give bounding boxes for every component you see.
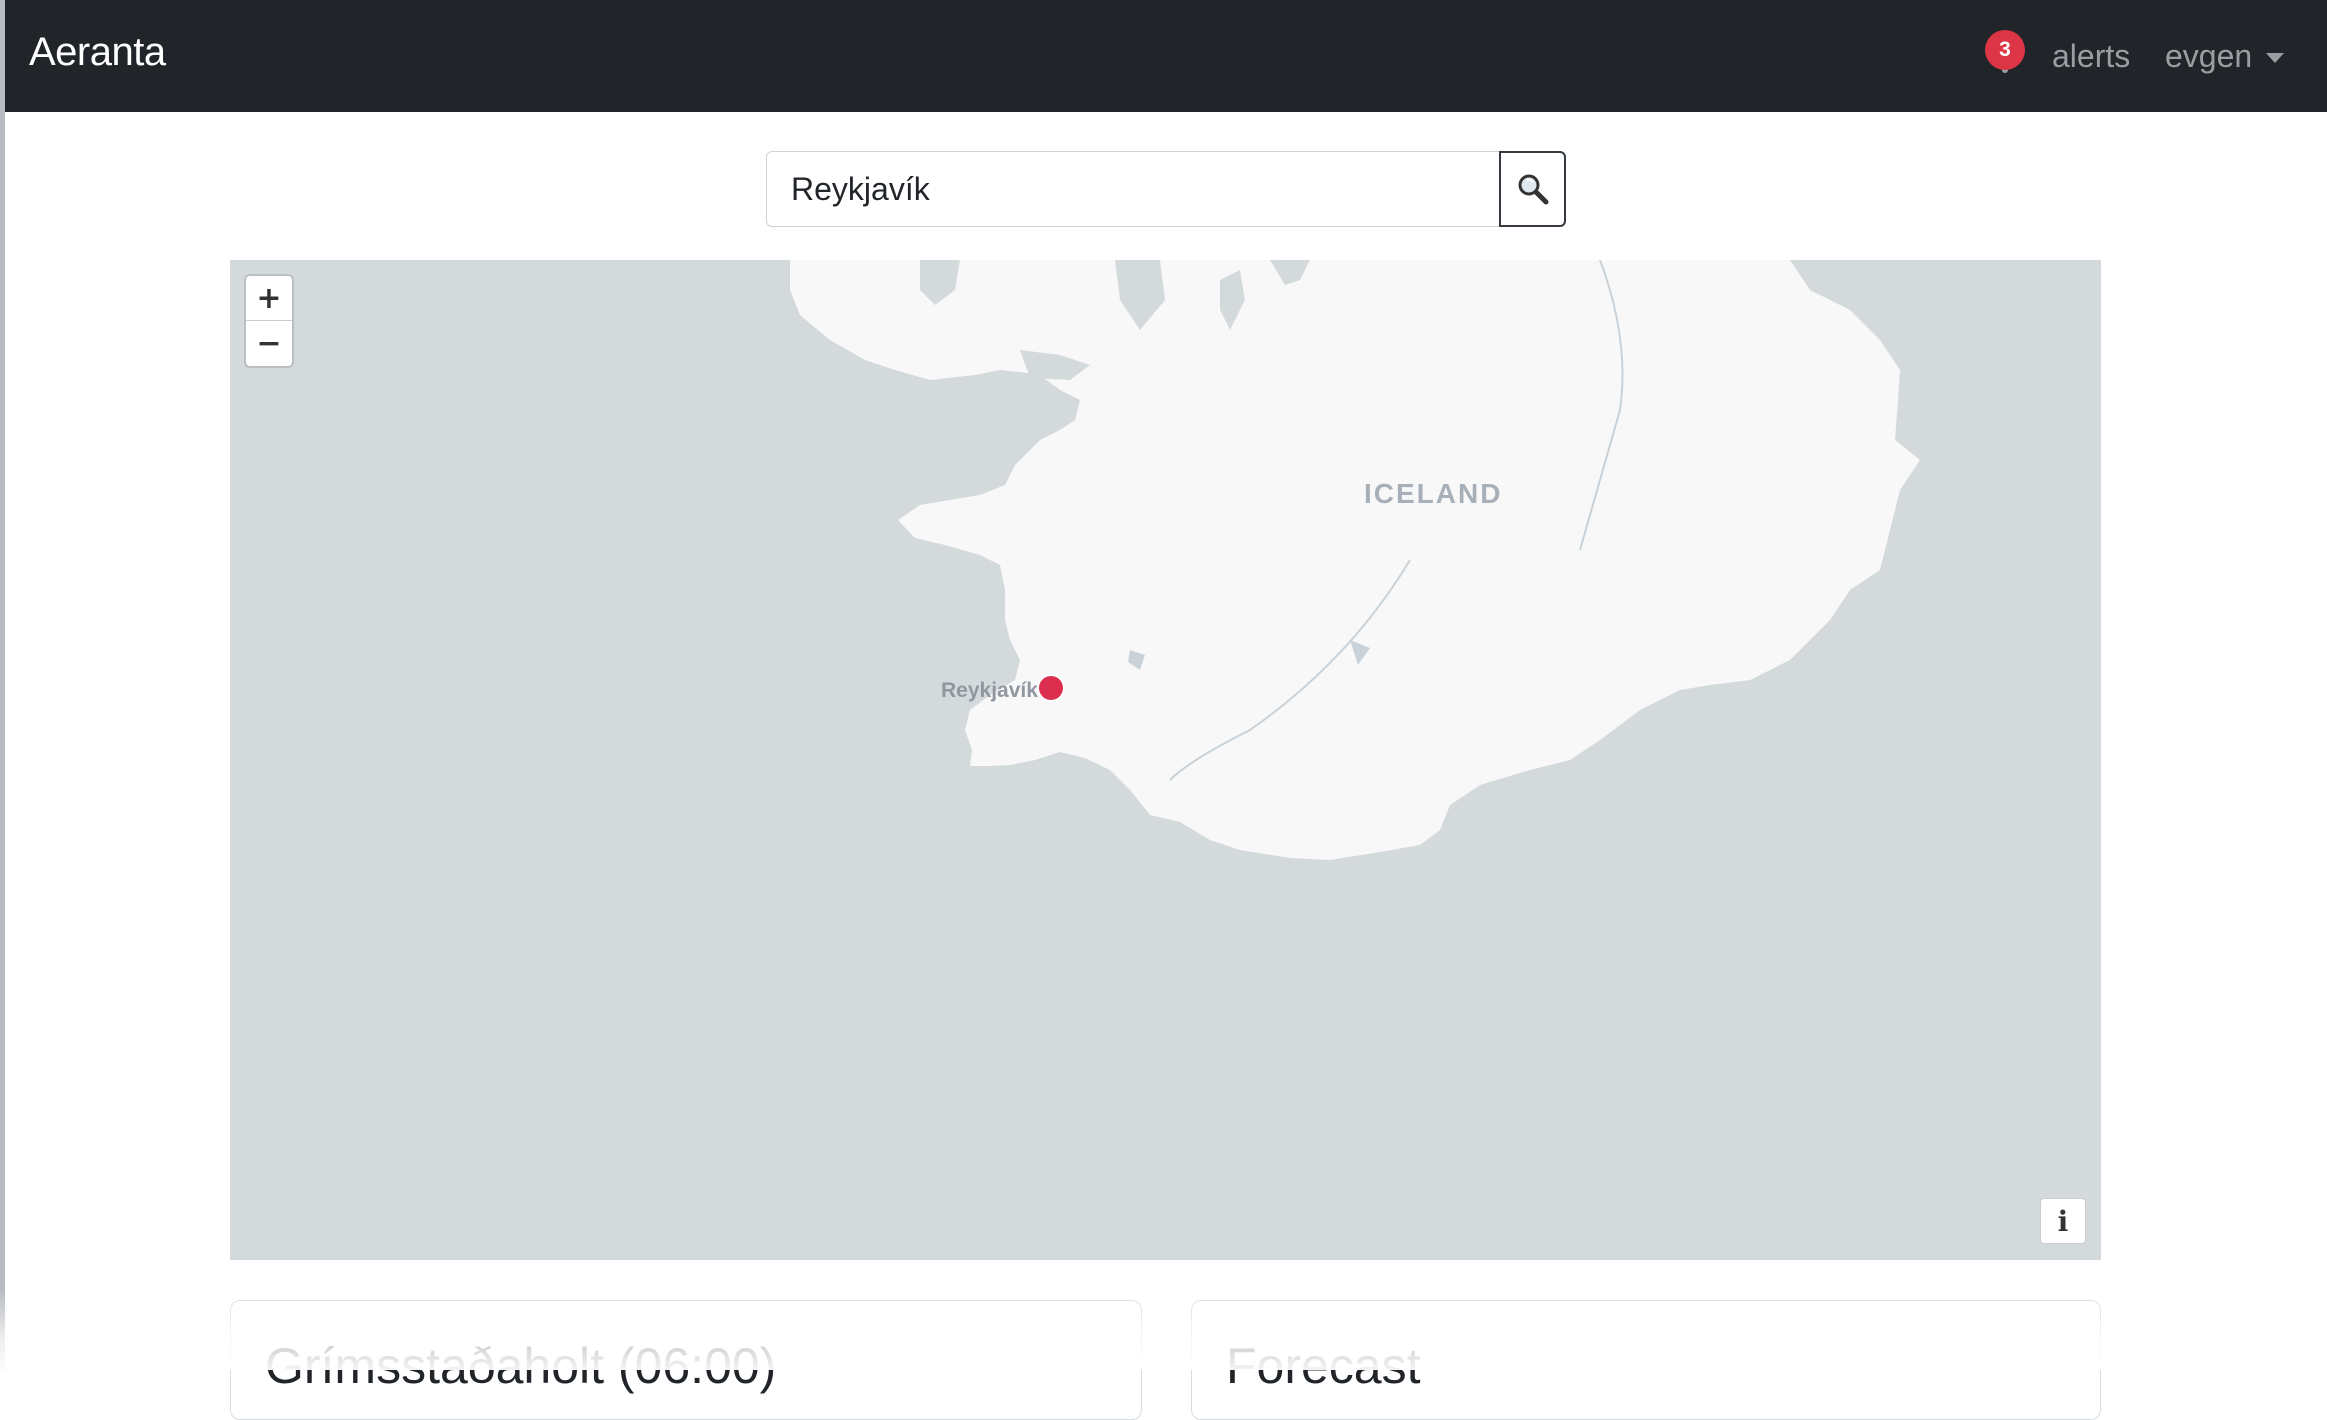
zoom-out-button[interactable]: − [246, 321, 292, 366]
search-bar [766, 151, 1566, 229]
top-navbar: Aeranta 3 alerts evgen [5, 0, 2327, 112]
alerts-link[interactable]: alerts [2052, 38, 2130, 75]
search-input[interactable] [766, 151, 1499, 227]
notifications-button[interactable]: 3 [1985, 30, 2025, 80]
map-view[interactable]: + − ICELAND Reykjavík i [230, 260, 2101, 1260]
forecast-card: Forecast [1191, 1300, 2101, 1420]
zoom-in-button[interactable]: + [246, 276, 292, 321]
notification-badge: 3 [1985, 30, 2025, 70]
iceland-landmass [790, 260, 1920, 860]
user-menu-dropdown[interactable]: evgen [2165, 38, 2285, 75]
country-label: ICELAND [1364, 478, 1503, 509]
current-weather-card: Grímsstaðaholt (06:00) [230, 1300, 1142, 1420]
user-name: evgen [2165, 38, 2253, 74]
search-button[interactable] [1499, 151, 1566, 227]
city-label: Reykjavík [941, 679, 1038, 702]
map-info-button[interactable]: i [2040, 1198, 2086, 1244]
card-title: Grímsstaðaholt (06:00) [265, 1338, 777, 1394]
brand-logo[interactable]: Aeranta [29, 30, 166, 75]
search-icon [1518, 174, 1548, 205]
card-title: Forecast [1226, 1338, 1421, 1394]
chevron-down-icon [2266, 52, 2285, 63]
window-edge [0, 0, 5, 1370]
location-marker[interactable] [1037, 674, 1065, 702]
zoom-control: + − [246, 276, 292, 366]
